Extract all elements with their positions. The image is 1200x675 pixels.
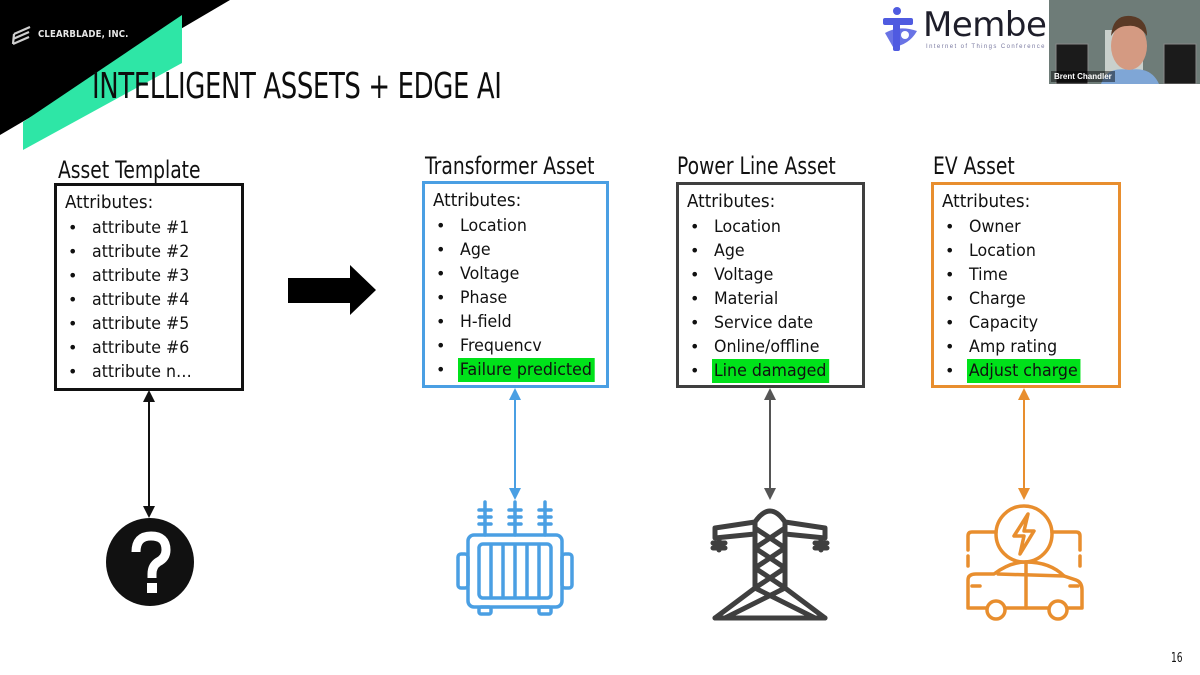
sponsor-logo-subtext: Internet of Things Conference	[926, 44, 1046, 50]
ev-charging-icon	[966, 504, 1084, 621]
attribute-item: Amp rating	[942, 335, 1118, 359]
attribute-item: Location	[687, 215, 862, 239]
sponsor-logo: Member Internet of Things Conference	[876, 2, 1050, 56]
ev-connector-arrow	[1018, 388, 1030, 500]
attribute-item: Voltage	[687, 263, 862, 287]
attribute-item: attribute #6	[65, 336, 241, 360]
attribute-item: attribute n…	[65, 360, 241, 384]
participant-name-label: Brent Chandler	[1051, 71, 1115, 82]
ev-asset-box: Attributes: Owner Location Time Charge C…	[931, 182, 1121, 388]
attribute-item: Charge	[942, 287, 1118, 311]
attribute-item: Online/offline	[687, 335, 862, 359]
asset-template-box: Attributes: attribute #1 attribute #2 at…	[54, 183, 244, 391]
highlighted-attribute: Failure predicted	[433, 358, 606, 382]
attribute-item: Age	[433, 238, 606, 262]
attributes-label: Attributes:	[942, 191, 1031, 212]
webcam-video-tile[interactable]: Brent Chandler	[1049, 0, 1200, 84]
template-connector-arrow	[143, 390, 155, 518]
attribute-list: attribute #1 attribute #2 attribute #3 a…	[65, 216, 241, 384]
transformer-connector-arrow	[509, 388, 521, 500]
attribute-item: Voltage	[433, 262, 606, 286]
attribute-item: attribute #3	[65, 264, 241, 288]
attribute-item: Owner	[942, 215, 1118, 239]
right-arrow-icon	[288, 265, 376, 315]
company-name: CLEARBLADE, INC.	[38, 29, 129, 40]
attributes-label: Attributes:	[65, 192, 154, 213]
page-number: 16	[1171, 651, 1183, 666]
powerline-connector-arrow	[764, 388, 776, 500]
attribute-item: Time	[942, 263, 1118, 287]
highlighted-attribute: Line damaged	[687, 359, 862, 383]
power-line-asset-box: Attributes: Location Age Voltage Materia…	[676, 182, 865, 388]
attribute-item: attribute #5	[65, 312, 241, 336]
attribute-item: Frequencv	[433, 334, 606, 358]
attributes-label: Attributes:	[687, 191, 776, 212]
question-mark-icon	[106, 518, 194, 606]
ev-asset-title: EV Asset	[933, 152, 1015, 180]
asset-template-title: Asset Template	[58, 156, 201, 184]
attribute-list: Location Age Voltage Phase H-field Frequ…	[433, 214, 606, 382]
attribute-item: Capacity	[942, 311, 1118, 335]
power-line-asset-title: Power Line Asset	[677, 152, 836, 180]
attribute-item: Phase	[433, 286, 606, 310]
slide-title: INTELLIGENT ASSETS + EDGE AI	[92, 66, 502, 107]
transformer-asset-box: Attributes: Location Age Voltage Phase H…	[422, 181, 609, 388]
highlighted-attribute: Adjust charge	[942, 359, 1118, 383]
sponsor-logo-text: Member	[923, 5, 1050, 45]
attribute-list: Location Age Voltage Material Service da…	[687, 215, 862, 383]
attribute-item: attribute #2	[65, 240, 241, 264]
attribute-item: attribute #4	[65, 288, 241, 312]
attribute-item: Age	[687, 239, 862, 263]
attribute-item: Location	[942, 239, 1118, 263]
attribute-item: H-field	[433, 310, 606, 334]
attribute-item: Material	[687, 287, 862, 311]
sponsor-logo-icon	[883, 7, 917, 51]
attribute-list: Owner Location Time Charge Capacity Amp …	[942, 215, 1118, 383]
attribute-item: Service date	[687, 311, 862, 335]
attribute-item: Location	[433, 214, 606, 238]
transformer-icon	[456, 500, 574, 616]
attributes-label: Attributes:	[433, 190, 522, 211]
attribute-item: attribute #1	[65, 216, 241, 240]
transformer-asset-title: Transformer Asset	[425, 152, 595, 180]
power-tower-icon	[710, 508, 830, 621]
